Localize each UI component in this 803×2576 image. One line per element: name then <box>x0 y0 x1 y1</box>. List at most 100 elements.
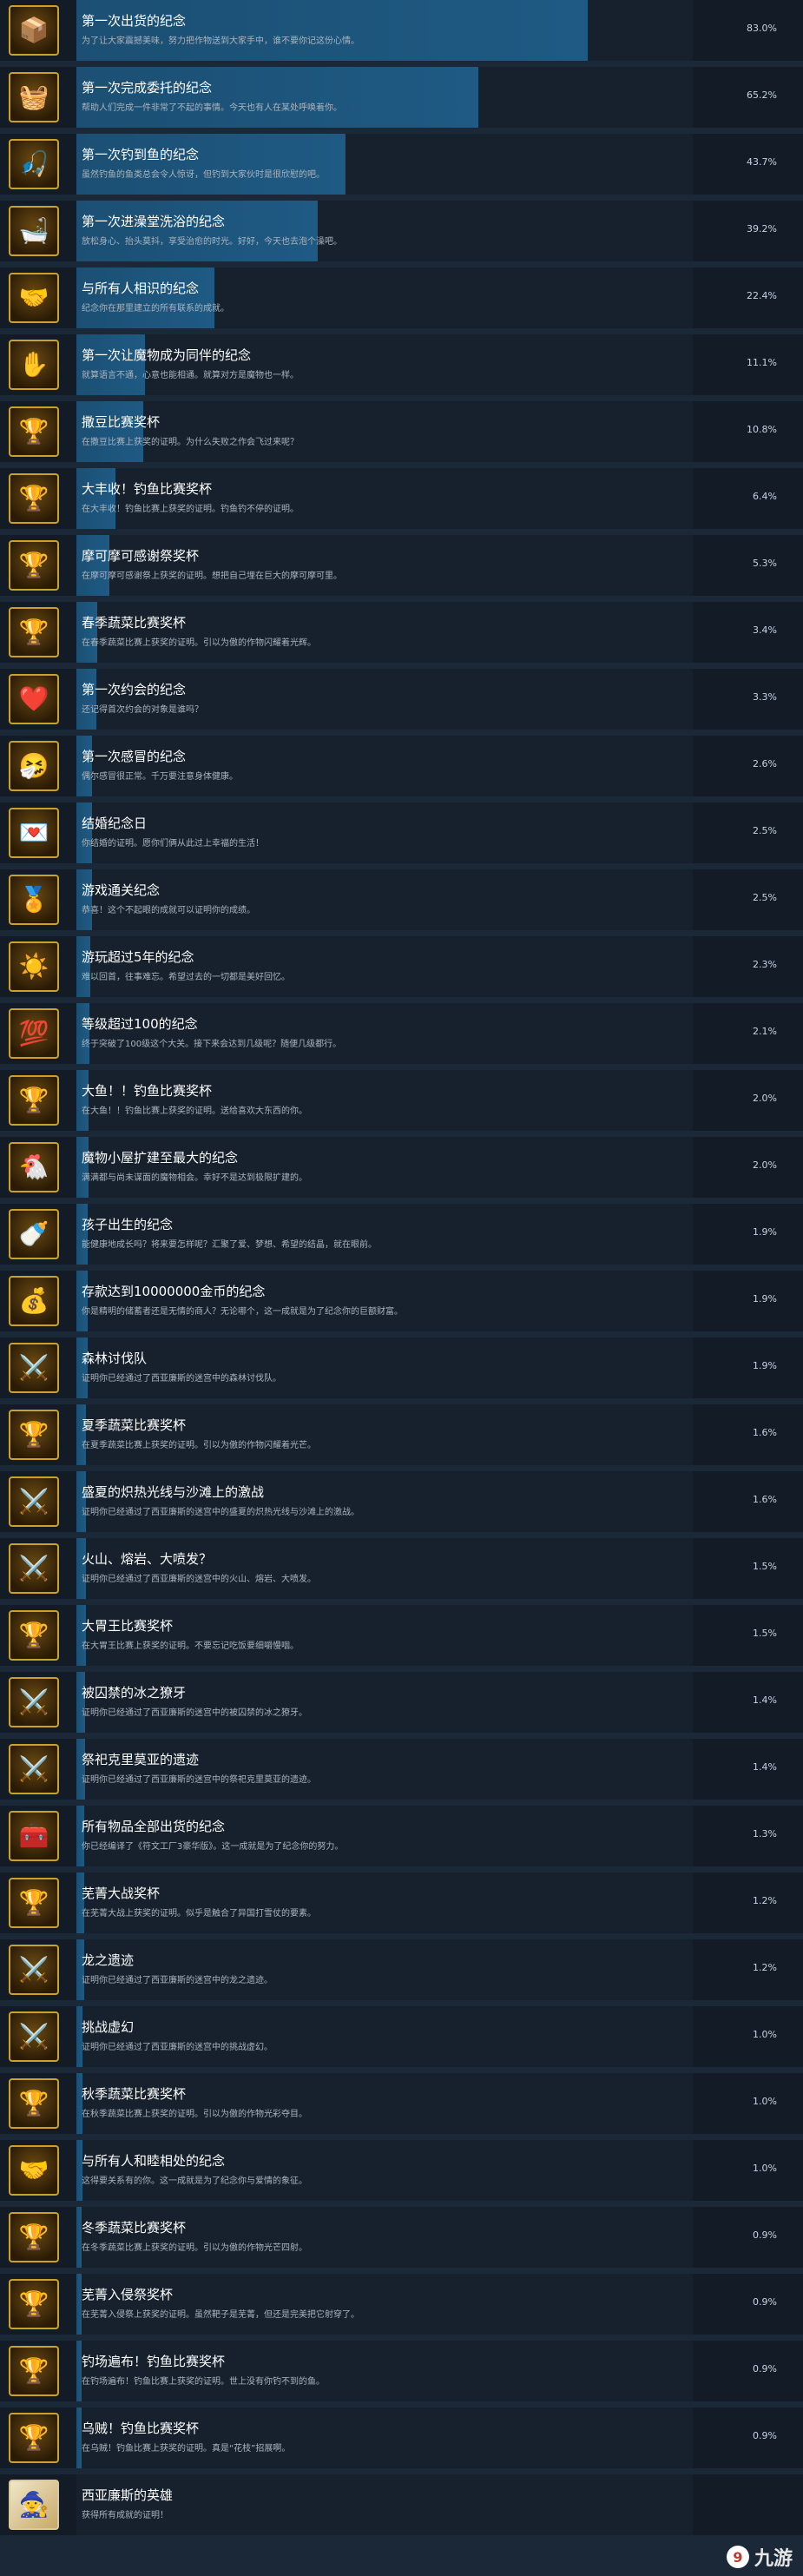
achievement-title: 冬季蔬菜比赛奖杯 <box>82 2220 187 2236</box>
achievement-progress-bar: 森林讨伐队 证明你已经通过了西亚廉斯的迷宫中的森林讨伐队。 <box>76 1338 693 1398</box>
achievement-description: 纪念你在那里建立的所有联系的成就。 <box>82 304 229 314</box>
achievement-icon: ⚔️ <box>9 1945 59 1995</box>
achievement-icon: 🏆 <box>9 1878 59 1928</box>
achievement-row: 🧰 所有物品全部出货的纪念 你已经编译了《符文工厂3豪华版》。这一成就是为了纪念你的… <box>0 1806 803 1866</box>
achievement-title: 孩子出生的纪念 <box>82 1217 174 1232</box>
achievement-description: 证明你已经通过了西亚廉斯的迷宫中的火山、熔岩、大喷发。 <box>82 1575 316 1584</box>
achievement-percent: 1.4% <box>753 1761 777 1773</box>
achievement-row: 🏆 芜菁入侵祭奖杯 在芜菁入侵祭上获奖的证明。虽然靶子是芜菁，但还是完美把它射穿了。… <box>0 2274 803 2335</box>
progress-fill <box>76 669 97 730</box>
achievement-progress-bar: 撒豆比赛奖杯 在撒豆比赛上获奖的证明。为什么失败之作会飞过来呢？ <box>76 401 693 462</box>
achievement-progress-bar: 等级超过100的纪念 终于突破了100级这个大关。接下来会达到几级呢？随便几级都行… <box>76 1003 693 1064</box>
achievement-title: 游玩超过5年的纪念 <box>82 949 194 965</box>
achievement-percent: 22.4% <box>747 290 777 301</box>
achievement-row: 🏆 芜菁大战奖杯 在芜菁大战上获奖的证明。似乎是触合了异国打雪仗的要素。 1.2% <box>0 1873 803 1933</box>
achievement-title: 等级超过100的纪念 <box>82 1016 198 1032</box>
achievement-progress-bar: 结婚纪念日 你结婚的证明。愿你们俩从此过上幸福的生活！ <box>76 803 693 863</box>
achievement-description: 在春季蔬菜比赛上获奖的证明。引以为傲的作物闪耀着光辉。 <box>82 638 316 648</box>
achievement-title: 森林讨伐队 <box>82 1351 148 1366</box>
achievement-title: 存款达到10000000金币的纪念 <box>82 1284 266 1299</box>
achievement-percent: 1.2% <box>753 1895 777 1906</box>
achievement-icon: 🏆 <box>9 2279 59 2329</box>
achievement-description: 放松身心、抬头莫抖，享受治愈的时光。好好，今天也去泡个澡吧。 <box>82 237 342 247</box>
achievement-description: 在芜菁入侵祭上获奖的证明。虽然靶子是芜菁，但还是完美把它射穿了。 <box>82 2310 359 2320</box>
achievement-row: 🏆 秋季蔬菜比赛奖杯 在秋季蔬菜比赛上获奖的证明。引以为傲的作物光彩夺目。 1.0% <box>0 2073 803 2134</box>
progress-fill <box>76 334 145 395</box>
achievement-description: 在夏季蔬菜比赛上获奖的证明。引以为傲的作物闪耀着光芒。 <box>82 1441 316 1450</box>
achievement-icon: 💰 <box>9 1276 59 1326</box>
achievement-progress-bar: 魔物小屋扩建至最大的纪念 满满都与尚未谋面的魔物相会。幸好不是达到极限扩建的。 <box>76 1137 693 1198</box>
achievement-icon: 🎣 <box>9 139 59 189</box>
achievement-row: ⚔️ 祭祀克里莫亚的遗迹 证明你已经通过了西亚廉斯的迷宫中的祭祀克里莫亚的遗迹。 1.… <box>0 1739 803 1800</box>
watermark-logo-icon: 9 <box>726 2546 749 2568</box>
achievement-description: 证明你已经通过了西亚廉斯的迷宫中的挑战虚幻。 <box>82 2043 273 2052</box>
achievement-row: 🏆 大丰收！钓鱼比赛奖杯 在大丰收！钓鱼比赛上获奖的证明。钓鱼钓不停的证明。 6.4% <box>0 468 803 529</box>
progress-fill <box>76 468 116 529</box>
progress-fill <box>76 1137 89 1198</box>
achievement-percent: 2.3% <box>753 959 777 970</box>
achievement-row: 🧺 第一次完成委托的纪念 帮助人们完成一件非常了不起的事情。今天也有人在某处呼唤着你… <box>0 67 803 128</box>
achievement-description: 帮助人们完成一件非常了不起的事情。今天也有人在某处呼唤着你。 <box>82 103 342 113</box>
watermark-text: 九游 <box>754 2548 793 2570</box>
achievement-progress-bar: 春季蔬菜比赛奖杯 在春季蔬菜比赛上获奖的证明。引以为傲的作物闪耀着光辉。 <box>76 602 693 663</box>
achievement-icon: 🏆 <box>9 1410 59 1460</box>
achievement-percent: 1.4% <box>753 1694 777 1706</box>
achievement-title: 大胃王比赛奖杯 <box>82 1618 174 1634</box>
achievement-percent: 43.7% <box>747 156 777 168</box>
achievement-description: 证明你已经通过了西亚廉斯的迷宫中的祭祀克里莫亚的遗迹。 <box>82 1775 316 1785</box>
achievement-icon: ⚔️ <box>9 1744 59 1794</box>
achievement-icon: 🧙 <box>9 2480 59 2530</box>
achievement-row: 🏆 春季蔬菜比赛奖杯 在春季蔬菜比赛上获奖的证明。引以为傲的作物闪耀着光辉。 3.4% <box>0 602 803 663</box>
achievement-icon: 💯 <box>9 1008 59 1059</box>
achievement-progress-bar: 西亚廉斯的英雄 获得所有成就的证明！ <box>76 2474 693 2535</box>
achievement-percent: 1.0% <box>753 2029 777 2040</box>
achievement-row: ⚔️ 盛夏的炽热光线与沙滩上的激战 证明你已经通过了西亚廉斯的迷宫中的盛夏的炽热光线… <box>0 1471 803 1532</box>
achievement-percent: 65.2% <box>747 89 777 101</box>
achievement-row: 🧙 西亚廉斯的英雄 获得所有成就的证明！ <box>0 2474 803 2535</box>
progress-fill <box>76 67 478 128</box>
achievement-description: 在秋季蔬菜比赛上获奖的证明。引以为傲的作物光彩夺目。 <box>82 2110 307 2119</box>
achievement-progress-bar: 被囚禁的冰之獠牙 证明你已经通过了西亚廉斯的迷宫中的被囚禁的冰之獠牙。 <box>76 1672 693 1733</box>
achievement-progress-bar: 大胃王比赛奖杯 在大胃王比赛上获奖的证明。不要忘记吃饭要细嚼慢咽。 <box>76 1605 693 1666</box>
progress-fill <box>76 803 92 863</box>
progress-fill <box>76 1605 86 1666</box>
achievement-title: 撒豆比赛奖杯 <box>82 414 161 430</box>
progress-fill <box>76 1338 89 1398</box>
achievement-progress-bar: 游玩超过5年的纪念难以回首，往事难忘。希望过去的一切都是美好回忆。 <box>76 936 693 997</box>
achievement-progress-bar: 第一次完成委托的纪念 帮助人们完成一件非常了不起的事情。今天也有人在某处呼唤着你。 <box>76 67 693 128</box>
achievement-title: 第一次约会的纪念 <box>82 682 187 697</box>
achievement-icon: 🏆 <box>9 1610 59 1661</box>
achievement-row: 🏆 夏季蔬菜比赛奖杯 在夏季蔬菜比赛上获奖的证明。引以为傲的作物闪耀着光芒。 1.6% <box>0 1404 803 1465</box>
progress-fill <box>76 2006 83 2067</box>
achievement-row: ⚔️ 挑战虚幻 证明你已经通过了西亚廉斯的迷宫中的挑战虚幻。 1.0% <box>0 2006 803 2067</box>
achievement-description: 难以回首，往事难忘。希望过去的一切都是美好回忆。 <box>82 973 290 982</box>
achievement-percent: 2.5% <box>753 825 777 836</box>
achievement-icon: 🏆 <box>9 473 59 524</box>
achievement-percent: 1.3% <box>753 1828 777 1840</box>
achievement-title: 西亚廉斯的英雄 <box>82 2487 174 2503</box>
achievement-description: 你结婚的证明。愿你们俩从此过上幸福的生活！ <box>82 839 264 849</box>
achievement-percent: 1.2% <box>753 1962 777 1973</box>
achievement-progress-bar: 夏季蔬菜比赛奖杯 在夏季蔬菜比赛上获奖的证明。引以为傲的作物闪耀着光芒。 <box>76 1404 693 1465</box>
achievement-icon: ✋ <box>9 340 59 390</box>
achievement-description: 在冬季蔬菜比赛上获奖的证明。引以为傲的作物光芒四射。 <box>82 2243 307 2253</box>
achievement-description: 在大鱼！！钓鱼比赛上获奖的证明。送给喜欢大东西的你。 <box>82 1106 307 1116</box>
achievement-icon: 🏆 <box>9 2078 59 2129</box>
achievement-icon: ❤️ <box>9 674 59 724</box>
achievement-title: 摩可摩可感谢祭奖杯 <box>82 548 200 564</box>
achievement-row: 🏆 撒豆比赛奖杯 在撒豆比赛上获奖的证明。为什么失败之作会飞过来呢？ 10.8% <box>0 401 803 462</box>
achievement-percent: 1.9% <box>753 1293 777 1305</box>
achievement-row: 💰 存款达到10000000金币的纪念 你是精明的储蓄者还是无情的商人？无论哪个，这… <box>0 1271 803 1331</box>
achievement-title: 与所有人和睦相处的纪念 <box>82 2153 226 2169</box>
achievement-percent: 1.5% <box>753 1561 777 1572</box>
achievement-icon: ⚔️ <box>9 1476 59 1527</box>
progress-fill <box>76 134 346 195</box>
achievement-progress-bar: 第一次进澡堂洗浴的纪念 放松身心、抬头莫抖，享受治愈的时光。好好，今天也去泡个澡吧… <box>76 201 693 261</box>
achievement-percent: 2.6% <box>753 758 777 769</box>
achievement-percent: 0.9% <box>753 2229 777 2241</box>
progress-fill <box>76 2140 83 2201</box>
achievement-icon: ⚔️ <box>9 1343 59 1393</box>
progress-fill <box>76 1873 84 1933</box>
achievement-row: 📦 第一次出货的纪念 为了让大家震撼美味，努力把作物送到大家手中，谁不要你记这份心情… <box>0 0 803 61</box>
achievement-percent: 11.1% <box>747 357 777 368</box>
